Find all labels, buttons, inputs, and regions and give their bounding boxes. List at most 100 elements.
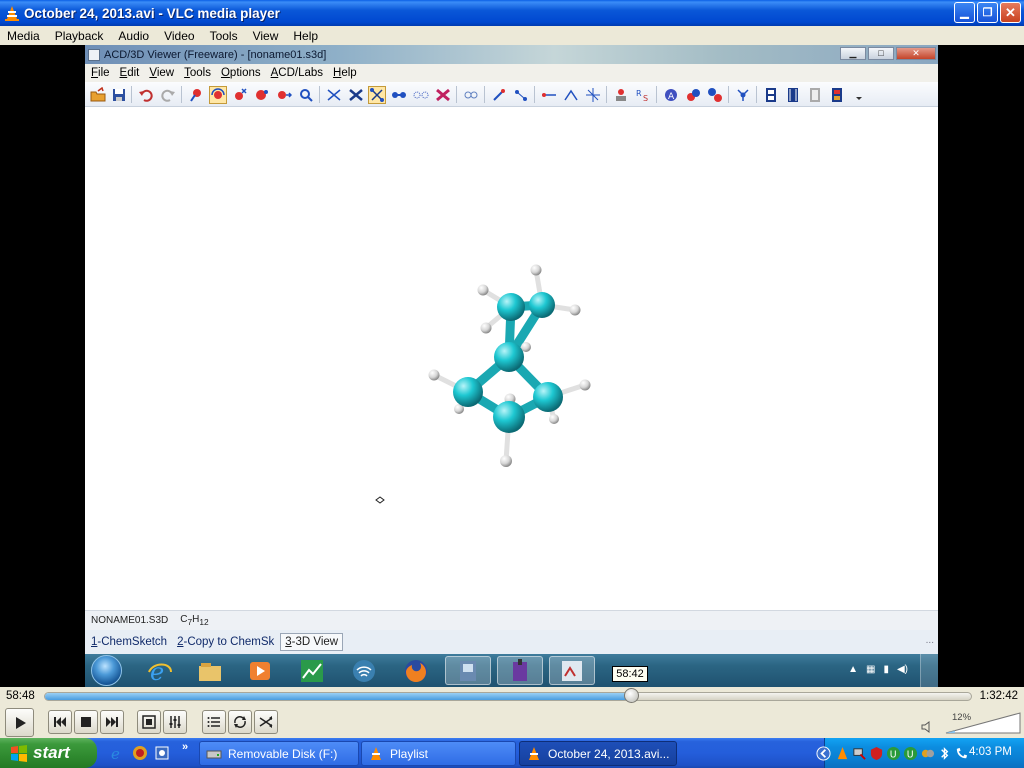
distance-icon — [540, 86, 558, 104]
sticks-icon — [347, 86, 365, 104]
quicklaunch-media-icon[interactable] — [131, 744, 149, 762]
tray-vlc-icon[interactable] — [834, 745, 850, 761]
tray-update-icon[interactable]: U — [885, 745, 901, 761]
explorer-folder-icon — [187, 656, 233, 685]
seek-tooltip: 58:42 — [612, 666, 648, 682]
film-gray-icon — [806, 86, 824, 104]
start-button[interactable]: start — [0, 738, 97, 768]
quicklaunch-ie-icon[interactable]: e — [108, 744, 126, 762]
menu-tools[interactable]: Tools — [203, 29, 246, 43]
tray-app-icon[interactable]: U — [902, 745, 918, 761]
svg-text:e: e — [111, 745, 120, 761]
system-tray: U U 4:03 PM — [815, 738, 1024, 768]
menu-audio[interactable]: Audio — [111, 29, 157, 43]
tabs-more: ... — [925, 635, 934, 646]
menu-view[interactable]: View — [246, 29, 287, 43]
speaker-icon[interactable] — [921, 720, 935, 734]
molecular-formula: C7H12 — [180, 614, 209, 627]
vlc-seek-row: 58:48 1:32:42 — [0, 687, 1024, 707]
undo-icon — [137, 86, 155, 104]
tray-expand-icon[interactable] — [815, 745, 831, 761]
acd-close-icon: ✕ — [896, 47, 936, 60]
toolbar-overflow-icon — [850, 86, 868, 104]
tray-speaker-icon: ◀) — [896, 664, 908, 675]
quicklaunch-app-icon[interactable] — [153, 744, 171, 762]
seek-bar[interactable] — [44, 692, 972, 701]
minimize-button[interactable]: ▁ — [954, 2, 975, 23]
spacefill-icon — [434, 86, 452, 104]
save-disk-icon — [110, 86, 128, 104]
vlc-title-bar[interactable]: October 24, 2013.avi - VLC media player … — [0, 0, 1024, 26]
dotted-model-icon — [462, 86, 480, 104]
acd-window-title: ACD/3D Viewer (Freeware) - [noname01.s3d… — [104, 48, 327, 61]
vlc-cone-icon — [5, 6, 19, 21]
3d-molecule-canvas — [85, 107, 938, 610]
tray-misc-icon[interactable] — [919, 745, 935, 761]
close-button[interactable]: ✕ — [1000, 2, 1021, 23]
extended-settings-button[interactable] — [163, 710, 187, 734]
optimize-icon — [612, 86, 630, 104]
win7-taskbar-in-video: e ▲ ▦ ▮ ◀) — [85, 654, 938, 687]
svg-text:R: R — [636, 89, 642, 98]
task-label: Removable Disk (F:) — [228, 746, 338, 761]
stop-button[interactable] — [74, 710, 98, 734]
acd-tab-bar: 1-ChemSketch 2-Copy to ChemSk 3-3D View … — [85, 630, 938, 654]
next-button[interactable] — [100, 710, 124, 734]
vlc-cone-icon — [371, 746, 381, 760]
menu-video[interactable]: Video — [157, 29, 202, 43]
previous-button[interactable] — [48, 710, 72, 734]
rotate-tool-icon — [209, 86, 227, 104]
vlc-window-title: October 24, 2013.avi - VLC media player — [24, 5, 280, 21]
acd-menubar: File Edit View Tools Options ACD/Labs He… — [85, 64, 938, 82]
menu-playback[interactable]: Playback — [48, 29, 112, 43]
task-playlist[interactable]: Playlist — [361, 741, 516, 766]
menu-help[interactable]: Help — [286, 29, 326, 43]
svg-text:U: U — [906, 749, 913, 760]
acd-maximize-icon: □ — [868, 47, 894, 60]
tray-bluetooth-icon[interactable] — [936, 745, 952, 761]
film-icon — [762, 86, 780, 104]
tray-phone-icon[interactable] — [953, 745, 969, 761]
wireframe-icon — [325, 86, 343, 104]
task-label: Playlist — [390, 746, 429, 761]
film-strip-icon — [784, 86, 802, 104]
vlc-controls — [0, 707, 1024, 738]
media-player-icon — [237, 656, 283, 685]
color-icon — [684, 86, 702, 104]
show-desktop-icon — [920, 654, 938, 687]
acd-minimize-icon: ▁ — [840, 47, 866, 60]
windows-flag-icon — [11, 745, 27, 762]
molecule-svg — [375, 264, 591, 504]
elapsed-time: 58:48 — [6, 690, 35, 702]
playlist-button[interactable] — [202, 710, 226, 734]
win7-tray: ▲ ▦ ▮ ◀) — [848, 664, 908, 675]
quicklaunch-more[interactable]: » — [182, 741, 188, 753]
svg-text:U: U — [889, 749, 896, 760]
carbon-atoms — [453, 292, 563, 433]
acd-taskbar-icon — [445, 656, 491, 685]
fullscreen-button[interactable] — [137, 710, 161, 734]
tray-arrow-icon: ▲ — [848, 664, 858, 675]
task-removable-disk[interactable]: Removable Disk (F:) — [199, 741, 359, 766]
shuffle-button[interactable] — [254, 710, 278, 734]
svg-text:e: e — [150, 658, 164, 684]
restore-button[interactable]: ❐ — [977, 2, 998, 23]
svg-text:A: A — [668, 92, 675, 102]
task-vlc-video[interactable]: October 24, 2013.avi... — [519, 741, 677, 766]
chemsketch-taskbar-icon — [549, 656, 595, 685]
acd-3d-viewer-window: ACD/3D Viewer (Freeware) - [noname01.s3d… — [85, 45, 938, 687]
play-button[interactable] — [5, 708, 34, 737]
film-color-icon — [828, 86, 846, 104]
tray-security-icon[interactable] — [868, 745, 884, 761]
tray-network-icon[interactable] — [851, 745, 867, 761]
scale-tool-icon — [253, 86, 271, 104]
acd-app-icon — [88, 48, 100, 61]
menu-media[interactable]: Media — [0, 29, 48, 43]
ball-stick-icon — [368, 86, 386, 104]
acd-menu-edit: Edit — [119, 67, 140, 79]
loop-button[interactable] — [228, 710, 252, 734]
task-label: October 24, 2013.avi... — [548, 746, 670, 761]
win7-start-orb-icon — [91, 655, 122, 686]
open-folder-icon — [89, 86, 107, 104]
chart-app-icon — [289, 656, 335, 685]
